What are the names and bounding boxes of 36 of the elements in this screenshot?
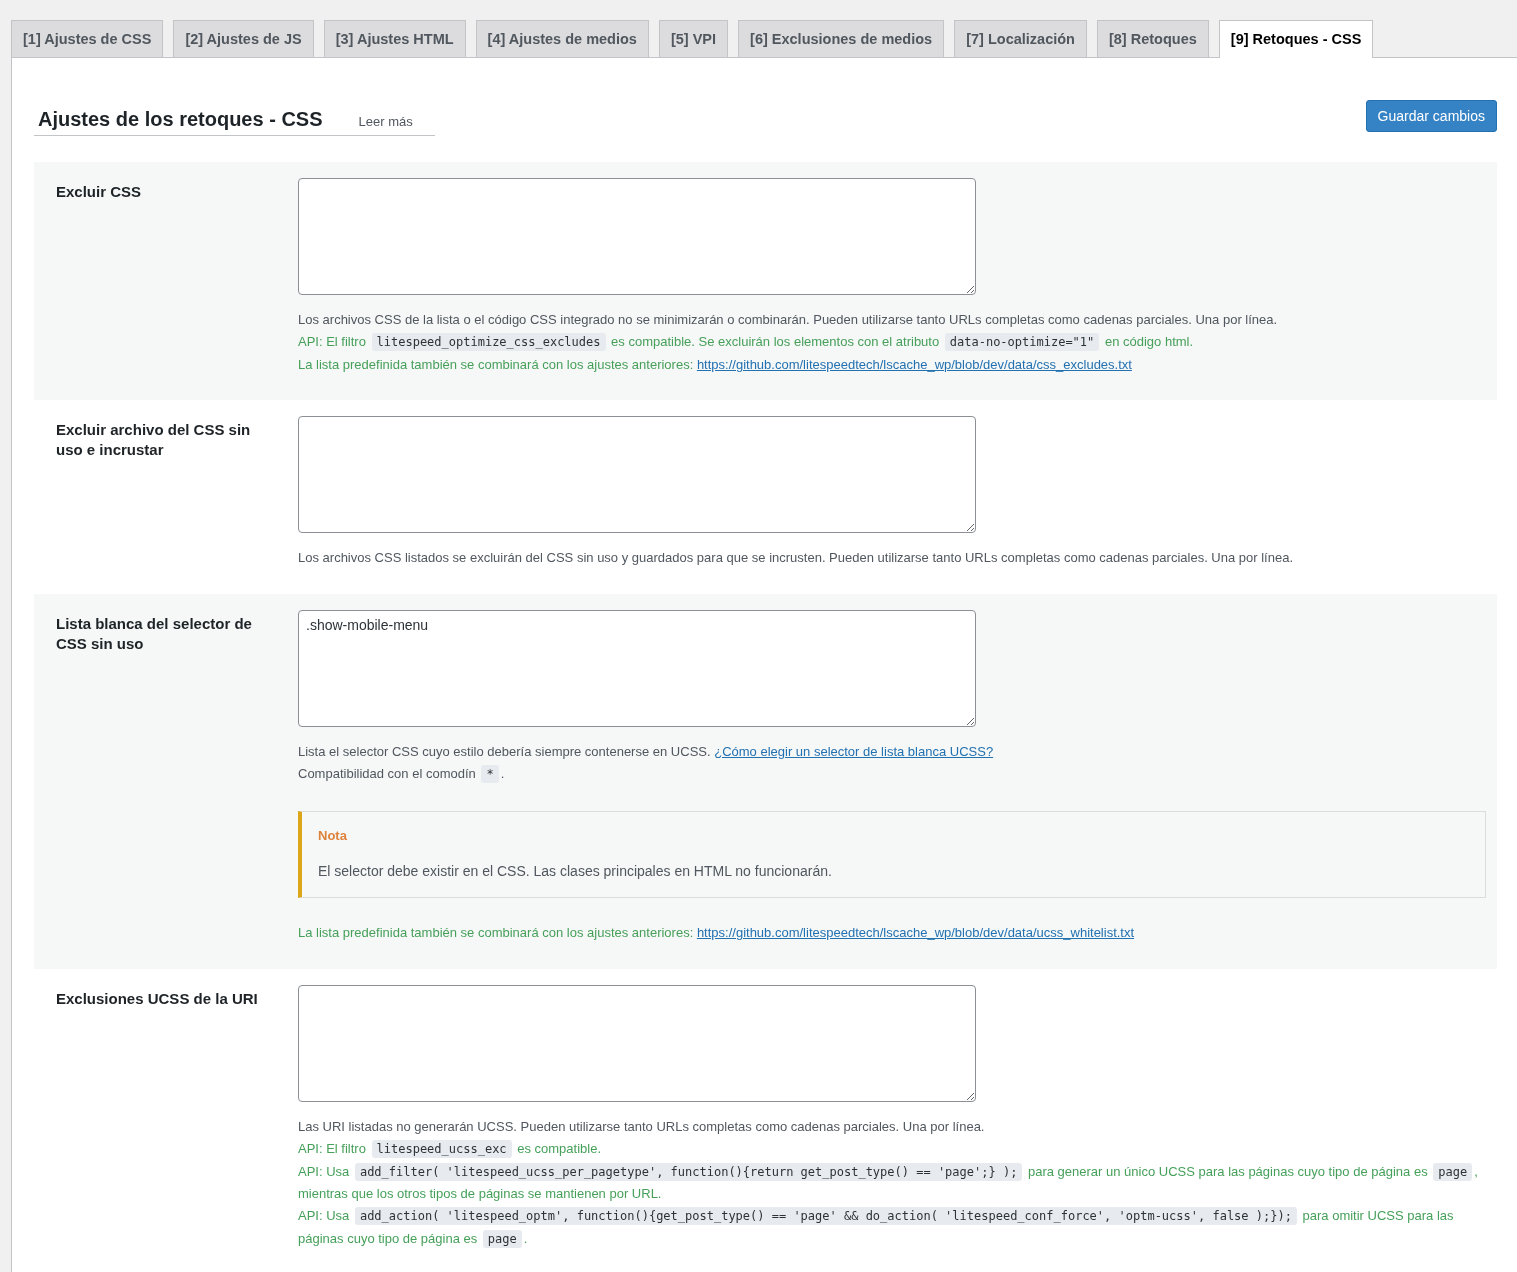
setting-label: Excluir archivo del CSS sin uso e incrustar [56, 420, 252, 461]
help-text: La lista predefinida también se combinará con los ajustes anteriores: https://github.com/litespeedtech/lscache_wp/blob/dev/data/ucss_whitelist.txt [298, 924, 1136, 943]
help-link[interactable]: ¿Cómo elegir un selector de lista blanca UCSS? [714, 743, 994, 759]
text-area[interactable] [298, 178, 976, 295]
read-more-link[interactable]: Leer más [358, 114, 413, 129]
tab[interactable]: [6] Exclusiones de medios [738, 20, 945, 57]
setting-label: Excluir CSS [56, 182, 143, 202]
tab[interactable]: [5] VPI [658, 20, 729, 57]
tab[interactable]: [3] Ajustes HTML [323, 20, 466, 57]
help-text: Las URI listadas no generarán UCSS. Pueden utilizarse tanto URLs completas como cadenas parciales. Una por línea. [298, 1117, 986, 1136]
setting-label: Lista blanca del selector de CSS sin uso [56, 613, 253, 654]
text-area[interactable] [298, 984, 976, 1102]
help-text: API: Usa add_action( 'litespeed_optm', function(){get_post_type() == 'page' && do_action( 'litespeed_conf_force', 'optm-ucss', false );}); para omitir UCSS para las páginas cuyo tipo de página es page . [298, 1206, 1455, 1250]
tab[interactable]: [8] Retoques [1096, 20, 1209, 57]
text-area[interactable] [298, 416, 976, 534]
help-text: API: El filtro litespeed_optimize_css_excludes es compatible. Se excluirán los elementos con el atributo data-no-optimize="1" en código html. [298, 332, 1195, 354]
note-title: Nota [318, 828, 348, 844]
help-text: Los archivos CSS listados se excluirán del CSS sin uso y guardados para que se incrusten. Pueden utilizarse tanto URLs completas como cadenas parciales. Una por línea. [298, 549, 1295, 568]
help-text: Los archivos CSS de la lista o el código CSS integrado no se minimizarán o combinarán. Pueden utilizarse tanto URLs completas como cadenas parciales. Una por línea. [298, 311, 1279, 329]
section-title: Ajustes de los retoques - CSS [38, 108, 323, 131]
help-text: Compatibilidad con el comodín * . [298, 764, 506, 786]
note-text: El selector debe existir en el CSS. Las clases principales en HTML no funcionarán. [318, 863, 833, 880]
save-button[interactable]: Guardar cambios [1365, 100, 1497, 132]
help-text: API: El filtro litespeed_ucss_exc es compatible. [298, 1139, 602, 1161]
help-link[interactable]: https://github.com/litespeedtech/lscache_wp/blob/dev/data/css_excludes.txt [696, 356, 1132, 372]
tab[interactable]: [1] Ajustes de CSS [11, 20, 164, 57]
tab[interactable]: [9] Retoques - CSS [1218, 20, 1374, 58]
tab[interactable]: [7] Localización [954, 20, 1087, 57]
help-text: API: Usa add_filter( 'litespeed_ucss_per_pagetype', function(){return get_post_type() == 'page';} ); para generar un único UCSS para las páginas cuyo tipo de página es page , mientras que los otros tipos de páginas se mantienen por URL. [298, 1161, 1479, 1204]
text-area[interactable]: .show-mobile-menu [298, 609, 976, 727]
help-text: La lista predefinida también se combinará con los ajustes anteriores: https://github.com/litespeedtech/lscache_wp/blob/dev/data/css_excludes.txt [298, 355, 1133, 374]
tab[interactable]: [2] Ajustes de JS [173, 20, 314, 57]
help-text: Lista el selector CSS cuyo estilo debería siempre contenerse en UCSS. ¿Cómo elegir un selector de lista blanca UCSS? [298, 742, 995, 761]
setting-label: Exclusiones UCSS de la URI [56, 988, 259, 1009]
help-link[interactable]: https://github.com/litespeedtech/lscache_wp/blob/dev/data/ucss_whitelist.txt [696, 925, 1135, 941]
tab[interactable]: [4] Ajustes de medios [475, 20, 649, 57]
